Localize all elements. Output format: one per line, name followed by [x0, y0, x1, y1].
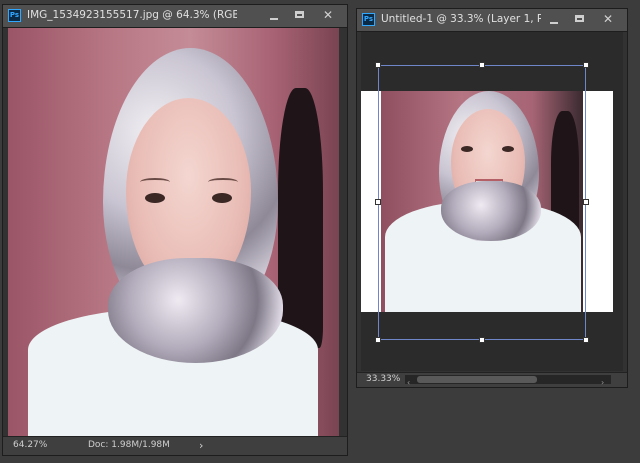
transform-handle-bottom-right[interactable]	[583, 337, 589, 343]
minimize-icon[interactable]	[541, 9, 567, 29]
transform-handle-top-left[interactable]	[375, 62, 381, 68]
doc-size-info[interactable]: Doc: 1.98M/1.98M	[88, 440, 170, 450]
zoom-level[interactable]: 64.27%	[13, 440, 47, 450]
transform-handle-middle-right[interactable]	[583, 199, 589, 205]
document-window-photo[interactable]: Ps IMG_1534923155517.jpg @ 64.3% (RGB/8#…	[2, 4, 348, 456]
document-title: IMG_1534923155517.jpg @ 64.3% (RGB/8#) *	[27, 9, 237, 21]
transform-handle-top-right[interactable]	[583, 62, 589, 68]
transform-handle-bottom-left[interactable]	[375, 337, 381, 343]
status-menu-arrow-icon[interactable]: ›	[199, 439, 203, 452]
scroll-left-arrow-icon[interactable]: ‹	[407, 378, 410, 387]
status-bar: 33.33% ‹ ›	[357, 372, 627, 387]
photoshop-icon: Ps	[8, 9, 21, 22]
document-window-untitled[interactable]: Ps Untitled-1 @ 33.3% (Layer 1, RG... ✕	[356, 8, 628, 388]
transform-bounding-box[interactable]	[378, 65, 586, 340]
window-title-bar[interactable]: Ps Untitled-1 @ 33.3% (Layer 1, RG... ✕	[357, 9, 627, 32]
document-canvas[interactable]	[8, 28, 339, 439]
scrollbar-thumb[interactable]	[417, 376, 537, 383]
window-title-bar[interactable]: Ps IMG_1534923155517.jpg @ 64.3% (RGB/8#…	[3, 5, 347, 28]
horizontal-scrollbar[interactable]: ‹ ›	[405, 375, 611, 387]
scroll-right-arrow-icon[interactable]: ›	[601, 378, 604, 387]
transform-handle-bottom-center[interactable]	[479, 337, 485, 343]
minimize-icon[interactable]	[261, 5, 287, 25]
document-title: Untitled-1 @ 33.3% (Layer 1, RG...	[381, 13, 541, 25]
zoom-level[interactable]: 33.33%	[366, 374, 400, 384]
document-canvas[interactable]	[361, 32, 623, 371]
transform-handle-top-center[interactable]	[479, 62, 485, 68]
maximize-icon[interactable]	[567, 9, 593, 29]
transform-handle-middle-left[interactable]	[375, 199, 381, 205]
close-icon[interactable]: ✕	[315, 5, 341, 25]
photoshop-icon: Ps	[362, 13, 375, 26]
maximize-icon[interactable]	[287, 5, 313, 25]
status-bar: 64.27% Doc: 1.98M/1.98M ›	[3, 436, 347, 455]
photo-image	[8, 28, 339, 439]
close-icon[interactable]: ✕	[595, 9, 621, 29]
